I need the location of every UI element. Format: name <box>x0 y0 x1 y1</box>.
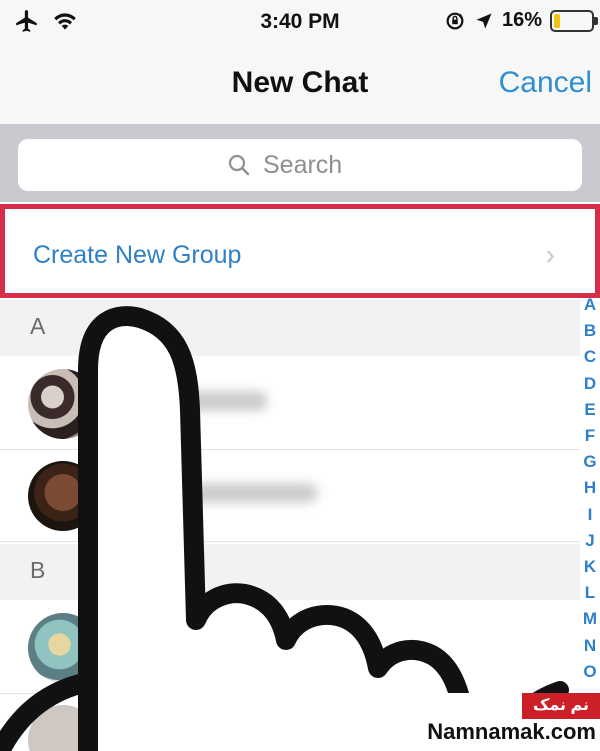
section-header-a: A <box>0 300 580 356</box>
section-letter: B <box>30 557 46 583</box>
section-letter: A <box>30 313 46 339</box>
avatar <box>28 613 98 683</box>
location-arrow-icon <box>476 13 492 28</box>
index-letter-j[interactable]: J <box>585 528 594 554</box>
index-letter-l[interactable]: L <box>585 580 595 606</box>
search-box[interactable] <box>18 139 582 191</box>
contact-name-blurred <box>118 391 268 411</box>
search-area <box>0 126 600 202</box>
cancel-button[interactable]: Cancel <box>499 66 592 100</box>
watermark: نم نمک Namnamak.com <box>400 693 600 751</box>
index-letter-o[interactable]: O <box>583 659 596 685</box>
status-right-icons: 16% <box>444 9 598 32</box>
contact-row[interactable] <box>0 602 580 694</box>
index-letter-f[interactable]: F <box>585 423 595 449</box>
avatar <box>28 705 98 751</box>
watermark-site: Namnamak.com <box>427 719 596 744</box>
avatar <box>28 461 98 531</box>
search-input[interactable] <box>263 150 373 180</box>
avatar <box>28 369 98 439</box>
watermark-logo: نم نمک <box>522 693 600 719</box>
contact-name-blurred <box>118 635 278 655</box>
search-icon <box>228 154 250 176</box>
index-letter-e[interactable]: E <box>584 397 595 423</box>
battery-fill <box>554 13 560 28</box>
index-letter-g[interactable]: G <box>583 449 596 475</box>
index-letter-n[interactable]: N <box>584 633 596 659</box>
index-letter-i[interactable]: I <box>588 502 593 528</box>
index-letter-c[interactable]: C <box>584 344 596 370</box>
section-header-b: B <box>0 544 580 600</box>
rotation-lock-icon <box>446 12 464 29</box>
index-letter-k[interactable]: K <box>584 554 596 580</box>
index-letter-m[interactable]: M <box>583 606 597 632</box>
contact-row[interactable] <box>0 450 580 542</box>
create-new-group-label: Create New Group <box>33 241 242 269</box>
index-letter-d[interactable]: D <box>584 371 596 397</box>
chevron-right-icon: › <box>545 239 555 270</box>
battery-icon <box>550 9 598 32</box>
index-letter-a[interactable]: A <box>584 292 596 318</box>
index-letter-h[interactable]: H <box>584 475 596 501</box>
contact-name-blurred <box>118 727 258 747</box>
nav-bar: New Chat Cancel <box>0 46 600 126</box>
contact-row[interactable] <box>0 358 580 450</box>
create-new-group-row[interactable]: Create New Group › <box>0 204 600 298</box>
alphabet-index[interactable]: ABCDEFGHIJKLMNO <box>580 292 600 685</box>
contact-name-blurred <box>118 483 318 503</box>
status-bar: 3:40 PM 16% <box>0 0 600 46</box>
index-letter-b[interactable]: B <box>584 318 596 344</box>
battery-percent: 16% <box>501 9 542 31</box>
